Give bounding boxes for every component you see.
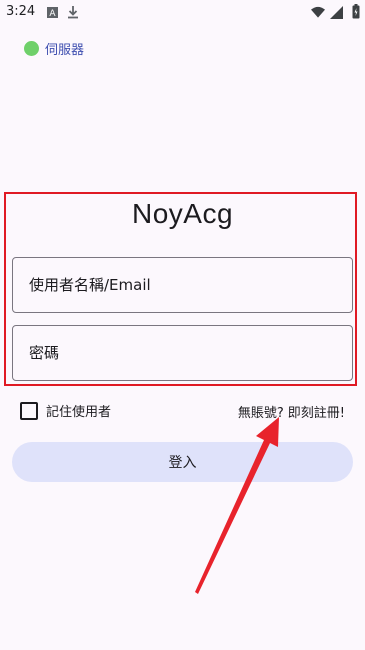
svg-text:A: A bbox=[49, 9, 56, 18]
register-link[interactable]: 即刻註冊! bbox=[288, 402, 345, 421]
username-field[interactable] bbox=[12, 257, 353, 313]
signal-icon bbox=[329, 5, 343, 19]
server-label: 伺服器 bbox=[45, 43, 85, 58]
no-account-text: 無賬號? bbox=[237, 406, 284, 421]
remember-user-checkbox[interactable]: 記住使用者 bbox=[20, 401, 111, 420]
register-row: 無賬號? 即刻註冊! bbox=[238, 402, 345, 421]
password-field[interactable] bbox=[12, 325, 353, 381]
checkbox[interactable] bbox=[20, 401, 38, 420]
server-status-dot bbox=[24, 41, 39, 56]
battery-icon bbox=[349, 3, 363, 18]
status-bar: 3:24 A bbox=[0, 0, 365, 26]
server-indicator[interactable]: 伺服器 bbox=[24, 39, 84, 58]
login-button[interactable]: 登入 bbox=[12, 442, 353, 482]
download-icon bbox=[66, 5, 80, 19]
username-input[interactable] bbox=[13, 258, 352, 312]
status-time: 3:24 bbox=[6, 4, 36, 19]
remember-label: 記住使用者 bbox=[46, 405, 112, 420]
a-notification-icon: A bbox=[45, 5, 59, 19]
password-input[interactable] bbox=[13, 326, 352, 380]
app-title: NoyAcg bbox=[131, 198, 234, 229]
wifi-icon bbox=[311, 5, 325, 19]
